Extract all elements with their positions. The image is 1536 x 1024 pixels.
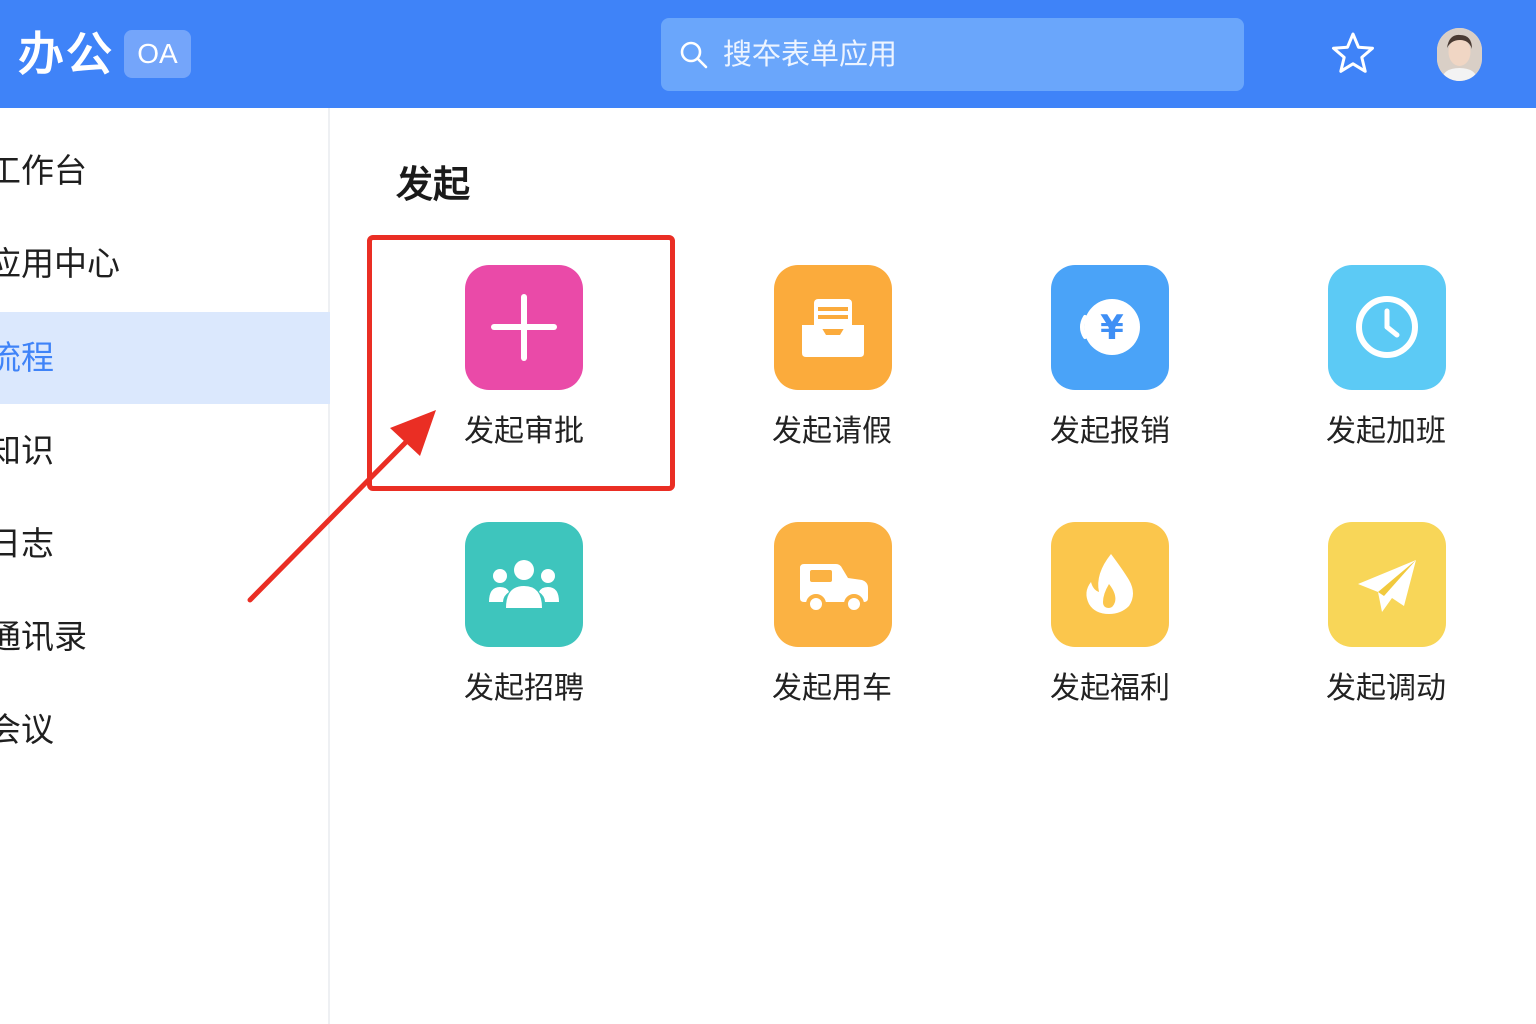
app-start-recruitment[interactable]: 发起招聘 [404, 522, 644, 732]
app-label: 发起调动 [1326, 671, 1446, 706]
app-start-vehicle[interactable]: 发起用车 [712, 522, 952, 732]
app-label: 发起福利 [1050, 671, 1170, 706]
app-label: 发起招聘 [464, 671, 584, 706]
sidebar-item-label: 通讯录 [0, 617, 87, 656]
app-start-leave[interactable]: 发起请假 [712, 265, 952, 475]
sidebar-item-workbench[interactable]: 工作台 [0, 125, 330, 217]
plus-icon [465, 265, 583, 390]
app-label: 发起报销 [1050, 414, 1170, 449]
app-start-overtime[interactable]: 发起加班 [1266, 265, 1506, 475]
sidebar-item-label: 知识 [0, 431, 54, 470]
app-label: 发起用车 [772, 671, 892, 706]
flame-icon [1051, 522, 1169, 647]
favorite-star-icon[interactable] [1329, 30, 1377, 78]
people-group-icon [465, 522, 583, 647]
app-start-welfare[interactable]: 发起福利 [990, 522, 1230, 732]
sidebar-item-label: 应用中心 [0, 244, 120, 283]
sidebar-item-label: 会议 [0, 710, 54, 749]
sidebar-item-contacts[interactable]: 通讯录 [0, 591, 330, 683]
app-label: 发起请假 [772, 414, 892, 449]
section-title: 发起 [396, 163, 470, 206]
app-start-transfer[interactable]: 发起调动 [1266, 522, 1506, 732]
sidebar-item-label: 日志 [0, 524, 54, 563]
app-start-approval[interactable]: 发起审批 [404, 265, 644, 475]
oa-app-window: 办公 OA 工作台 应用中心 流程 [0, 0, 1536, 1024]
car-icon [774, 522, 892, 647]
app-label: 发起加班 [1326, 414, 1446, 449]
sidebar-item-knowledge[interactable]: 知识 [0, 405, 330, 497]
sidebar-item-label: 工作台 [0, 151, 87, 190]
paper-plane-icon [1328, 522, 1446, 647]
user-avatar[interactable] [1437, 28, 1482, 81]
sidebar: 工作台 应用中心 流程 知识 日志 通讯录 会议 [0, 108, 330, 1024]
sidebar-item-app-center[interactable]: 应用中心 [0, 218, 330, 310]
sidebar-item-process[interactable]: 流程 [0, 312, 330, 404]
svg-text:¥: ¥ [1100, 308, 1124, 348]
search-icon [680, 41, 708, 69]
sidebar-item-log[interactable]: 日志 [0, 498, 330, 590]
app-label: 发起审批 [464, 414, 584, 449]
sidebar-item-meeting[interactable]: 会议 [0, 684, 330, 776]
sidebar-item-label: 流程 [0, 338, 54, 377]
yen-coin-icon: ¥ [1051, 265, 1169, 390]
top-header: 办公 OA [0, 0, 1536, 108]
oa-badge: OA [124, 30, 191, 78]
clock-icon [1328, 265, 1446, 390]
app-start-reimbursement[interactable]: ¥ 发起报销 [990, 265, 1230, 475]
inbox-tray-icon [774, 265, 892, 390]
search-bar[interactable] [661, 18, 1244, 91]
search-input[interactable] [723, 30, 1223, 78]
brand-title: 办公 [18, 27, 114, 81]
